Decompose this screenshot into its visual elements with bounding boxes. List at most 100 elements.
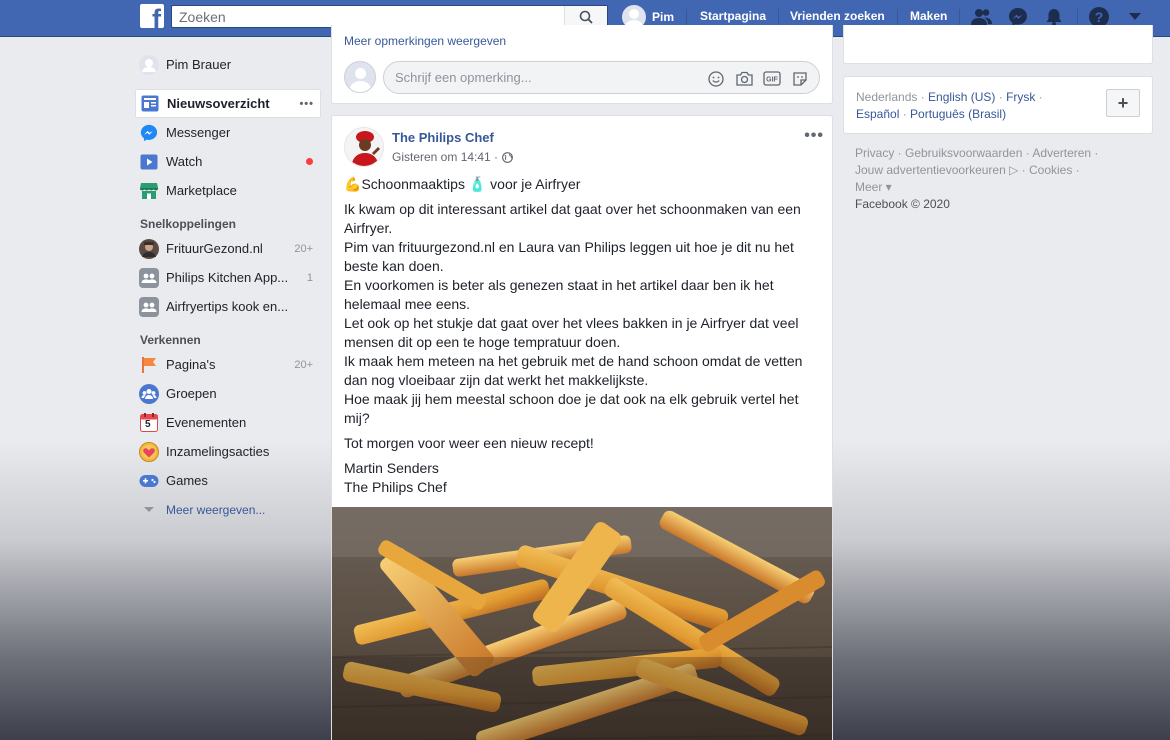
sidebar-item-groups[interactable]: Groepen bbox=[135, 379, 321, 408]
sidebar-item-marketplace[interactable]: Marketplace bbox=[135, 176, 321, 205]
lotion-bottle-emoji-icon: 🧴 bbox=[468, 176, 487, 192]
sidebar-item-label: Pagina's bbox=[166, 357, 216, 372]
previous-post-comment-area: Meer opmerkingen weergeven Schrijf een o… bbox=[331, 25, 833, 104]
shortcuts-heading: Snelkoppelingen bbox=[140, 217, 237, 231]
sidebar-item-label: Evenementen bbox=[166, 415, 247, 430]
right-column-top-card bbox=[843, 25, 1153, 64]
sidebar-shortcut-item[interactable]: Airfryertips kook en... bbox=[135, 292, 321, 321]
sidebar-item-watch[interactable]: Watch bbox=[135, 147, 321, 176]
news-feed-icon bbox=[140, 94, 160, 114]
footer-more-link[interactable]: Meer ▾ bbox=[855, 179, 1145, 196]
sidebar-item-events[interactable]: 5 Evenementen bbox=[135, 408, 321, 437]
post-meta: Gisteren om 14:41 · bbox=[392, 150, 513, 164]
sidebar-item-count: 1 bbox=[306, 271, 313, 284]
post-signature-name: Martin Senders bbox=[344, 460, 439, 476]
sidebar-shortcut-item[interactable]: FrituurGezond.nl 20+ bbox=[135, 234, 321, 263]
post-author-link[interactable]: The Philips Chef bbox=[392, 130, 494, 145]
page-avatar[interactable] bbox=[344, 127, 384, 167]
sidebar-item-pages[interactable]: Pagina's 20+ bbox=[135, 350, 321, 379]
add-language-button[interactable]: + bbox=[1106, 89, 1140, 117]
group-icon bbox=[139, 296, 159, 317]
pages-flag-icon bbox=[139, 355, 159, 375]
separator: · bbox=[899, 107, 911, 121]
globe-icon bbox=[502, 151, 513, 163]
sidebar-item-label: Games bbox=[166, 473, 208, 488]
groups-icon bbox=[139, 383, 159, 404]
language-frisian-link[interactable]: Frysk bbox=[1006, 90, 1035, 104]
sidebar-item-fundraisers[interactable]: Inzamelingsacties bbox=[135, 437, 321, 466]
explore-heading: Verkennen bbox=[140, 333, 201, 347]
nav-divider bbox=[1077, 9, 1078, 26]
post-title-line: 💪Schoonmaaktips 🧴 voor je Airfryer bbox=[344, 175, 822, 194]
sidebar-item-label: Marketplace bbox=[166, 183, 237, 198]
sidebar-item-label: Watch bbox=[166, 154, 203, 169]
post-paragraph: Ik kwam op dit interessant artikel dat g… bbox=[344, 201, 803, 426]
post-timestamp[interactable]: Gisteren om 14:41 · bbox=[392, 150, 498, 164]
language-portuguese-link[interactable]: Português (Brasil) bbox=[910, 107, 1006, 121]
emoji-icon[interactable] bbox=[707, 70, 725, 87]
footer-links-line-2[interactable]: Jouw advertentievoorkeuren ▷ · Cookies · bbox=[855, 162, 1145, 179]
language-spanish-link[interactable]: Español bbox=[856, 107, 899, 121]
footer-links: Privacy · Gebruiksvoorwaarden · Adverter… bbox=[855, 145, 1145, 213]
watch-icon bbox=[139, 152, 159, 172]
gif-icon[interactable]: GIF bbox=[763, 70, 781, 87]
messenger-icon bbox=[139, 123, 159, 143]
post-title-text: voor je Airfryer bbox=[490, 176, 581, 192]
notification-dot bbox=[306, 158, 313, 165]
language-english-link[interactable]: English (US) bbox=[928, 90, 995, 104]
sidebar-item-news-feed[interactable]: Nieuwsoverzicht ••• bbox=[135, 89, 321, 118]
search-icon bbox=[579, 10, 593, 24]
frituurgezond-avatar-icon bbox=[139, 238, 159, 259]
facebook-logo-icon[interactable]: f bbox=[140, 4, 164, 28]
marketplace-icon bbox=[139, 181, 159, 201]
copyright: Facebook © 2020 bbox=[855, 197, 950, 211]
sidebar-item-count: 20+ bbox=[294, 358, 313, 371]
separator: · bbox=[1035, 90, 1043, 104]
feed-post: The Philips Chef Gisteren om 14:41 · •••… bbox=[331, 115, 833, 740]
post-text: 💪Schoonmaaktips 🧴 voor je Airfryer Ik kw… bbox=[344, 175, 822, 503]
profile-avatar-icon bbox=[139, 54, 159, 75]
sidebar-profile-name: Pim Brauer bbox=[166, 57, 232, 72]
sidebar-shortcut-item[interactable]: Philips Kitchen App... 1 bbox=[135, 263, 321, 292]
sidebar-item-label: Groepen bbox=[166, 386, 217, 401]
nav-home-link[interactable]: Startpagina bbox=[700, 9, 766, 23]
svg-text:GIF: GIF bbox=[766, 77, 778, 84]
separator: · bbox=[917, 90, 929, 104]
comment-input[interactable]: Schrijf een opmerking... GIF bbox=[383, 61, 820, 94]
comment-placeholder: Schrijf een opmerking... bbox=[395, 70, 532, 85]
sidebar-item-count: 20+ bbox=[294, 242, 313, 255]
footer-links-line-1[interactable]: Privacy · Gebruiksvoorwaarden · Adverter… bbox=[855, 145, 1145, 162]
sidebar-item-label: Airfryertips kook en... bbox=[166, 299, 289, 314]
sidebar-item-label: Messenger bbox=[166, 125, 231, 140]
nav-find-friends-link[interactable]: Vrienden zoeken bbox=[790, 9, 885, 23]
sidebar-item-label: FrituurGezond.nl bbox=[166, 241, 263, 256]
sidebar-profile-link[interactable]: Pim Brauer bbox=[135, 50, 321, 79]
commenter-avatar bbox=[344, 61, 376, 93]
sidebar-item-label: Nieuwsoverzicht bbox=[167, 96, 270, 111]
chevron-down-icon bbox=[139, 500, 159, 520]
search-button[interactable] bbox=[564, 6, 607, 27]
left-sidebar: Pim Brauer Nieuwsoverzicht ••• Messenger… bbox=[135, 50, 321, 524]
sticker-icon[interactable] bbox=[791, 70, 809, 87]
nav-divider bbox=[778, 9, 779, 26]
post-closing: Tot morgen voor weer een nieuw recept! bbox=[344, 435, 594, 451]
fundraisers-icon bbox=[139, 441, 159, 462]
sidebar-see-more-link[interactable]: Meer weergeven... bbox=[135, 495, 321, 524]
flexed-biceps-emoji-icon: 💪 bbox=[344, 176, 362, 192]
events-calendar-icon: 5 bbox=[139, 413, 159, 433]
search-input[interactable] bbox=[172, 6, 564, 27]
comment-tools: GIF bbox=[707, 70, 809, 87]
nav-create-link[interactable]: Maken bbox=[910, 9, 947, 23]
language-line-2: Español · Português (Brasil) bbox=[856, 106, 1006, 123]
nav-divider bbox=[897, 9, 898, 26]
post-options-icon[interactable]: ••• bbox=[804, 127, 824, 145]
profile-name: Pim bbox=[652, 10, 675, 24]
news-feed-options-icon[interactable]: ••• bbox=[299, 98, 314, 110]
view-more-comments-link[interactable]: Meer opmerkingen weergeven bbox=[344, 34, 506, 48]
group-icon bbox=[139, 267, 159, 288]
post-image-fries[interactable] bbox=[332, 507, 832, 740]
sidebar-item-games[interactable]: Games bbox=[135, 466, 321, 495]
sidebar-item-messenger[interactable]: Messenger bbox=[135, 118, 321, 147]
camera-icon[interactable] bbox=[735, 70, 753, 87]
calendar-day-number: 5 bbox=[145, 418, 151, 430]
